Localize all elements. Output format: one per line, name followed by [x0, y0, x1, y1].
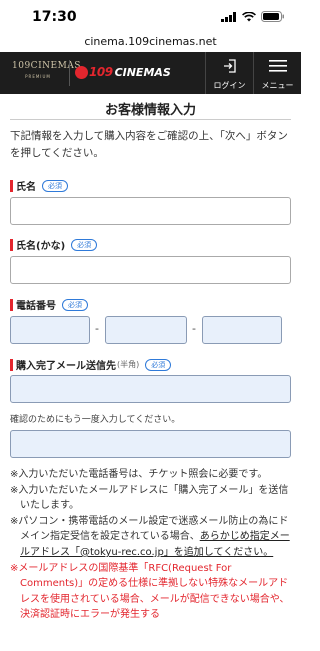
login-label: ログイン — [213, 81, 246, 90]
url-bar[interactable]: cinema.109cinemas.net — [0, 32, 301, 52]
menu-label: メニュー — [261, 81, 294, 90]
logo-premium-line2: PREMIUM — [25, 74, 51, 79]
logo-number: 109 — [89, 65, 113, 79]
status-icons — [221, 11, 285, 22]
label-marker — [10, 358, 13, 371]
logo-badge-icon — [75, 65, 88, 79]
email-input[interactable] — [10, 375, 291, 403]
page-title: お客様情報入力 — [104, 103, 196, 118]
phone-input-1[interactable] — [10, 316, 90, 344]
signal-icon — [221, 11, 236, 22]
wifi-icon — [242, 11, 256, 21]
logo-109cinemas[interactable]: 109 CINEMAS — [75, 65, 171, 79]
name-kana-label: 氏名(かな) 必須 — [10, 237, 98, 252]
email-label-note: (半角) — [117, 360, 140, 369]
email-confirm-input[interactable] — [10, 430, 291, 458]
logo-text: CINEMAS — [114, 65, 171, 79]
menu-button[interactable]: メニュー — [253, 52, 301, 94]
phone-input-2[interactable] — [105, 316, 187, 344]
battery-icon — [261, 11, 284, 22]
phone-label-text: 電話番号 — [16, 301, 56, 312]
login-button[interactable]: ログイン — [205, 52, 253, 94]
email-label-text: 購入完了メール送信先 — [16, 361, 116, 372]
login-icon — [223, 59, 236, 73]
status-time: 17:30 — [32, 9, 77, 25]
name-label-text: 氏名 — [16, 182, 36, 193]
required-badge: 必須 — [42, 179, 68, 192]
hamburger-icon — [268, 60, 287, 72]
label-marker — [10, 298, 13, 311]
phone-dash: - — [192, 322, 196, 335]
required-badge: 必須 — [145, 358, 172, 371]
notes: ※入力いただいた電話番号は、チケット照会に必要です。 ※入力いただいたメールアド… — [10, 467, 294, 623]
name-kana-input[interactable] — [10, 256, 291, 284]
logo-109cinemas-premium[interactable]: 109CINEMAS PREMIUM — [12, 61, 81, 79]
phone-label: 電話番号 必須 — [10, 297, 88, 312]
note-domain: ※パソコン・携帯電話のメール設定で迷惑メール防止の為にドメイン指定受信を設定され… — [10, 514, 294, 561]
label-marker — [10, 179, 13, 192]
note-email: ※入力いただいたメールアドレスに「購入完了メール」を送信いたします。 — [10, 484, 289, 512]
name-input[interactable] — [10, 197, 291, 225]
email-confirm-note: 確認のためにもう一度入力してください。 — [10, 415, 181, 425]
intro-text: 下記情報を入力して購入内容をご確認の上、「次へ」ボタンを押してください。 — [10, 130, 288, 159]
phone-dash: - — [95, 322, 99, 335]
note-rfc: ※メールアドレスの国際基準「RFC(Request For Comments)」… — [10, 562, 290, 621]
name-kana-label-text: 氏名(かな) — [16, 241, 66, 252]
label-marker — [10, 238, 13, 251]
status-bar: 17:30 — [0, 0, 301, 32]
note-phone: ※入力いただいた電話番号は、チケット照会に必要です。 — [10, 469, 268, 480]
required-badge: 必須 — [71, 238, 98, 251]
name-label: 氏名 必須 — [10, 178, 68, 193]
phone-input-3[interactable] — [202, 316, 282, 344]
logo-divider — [69, 60, 70, 86]
required-badge: 必須 — [62, 298, 88, 311]
email-label: 購入完了メール送信先 (半角) 必須 — [10, 357, 172, 372]
logo-premium-line1: 109CINEMAS — [12, 61, 81, 71]
title-divider — [10, 119, 291, 120]
site-header: 109CINEMAS PREMIUM 109 CINEMAS ログイン メニュー — [0, 52, 301, 94]
